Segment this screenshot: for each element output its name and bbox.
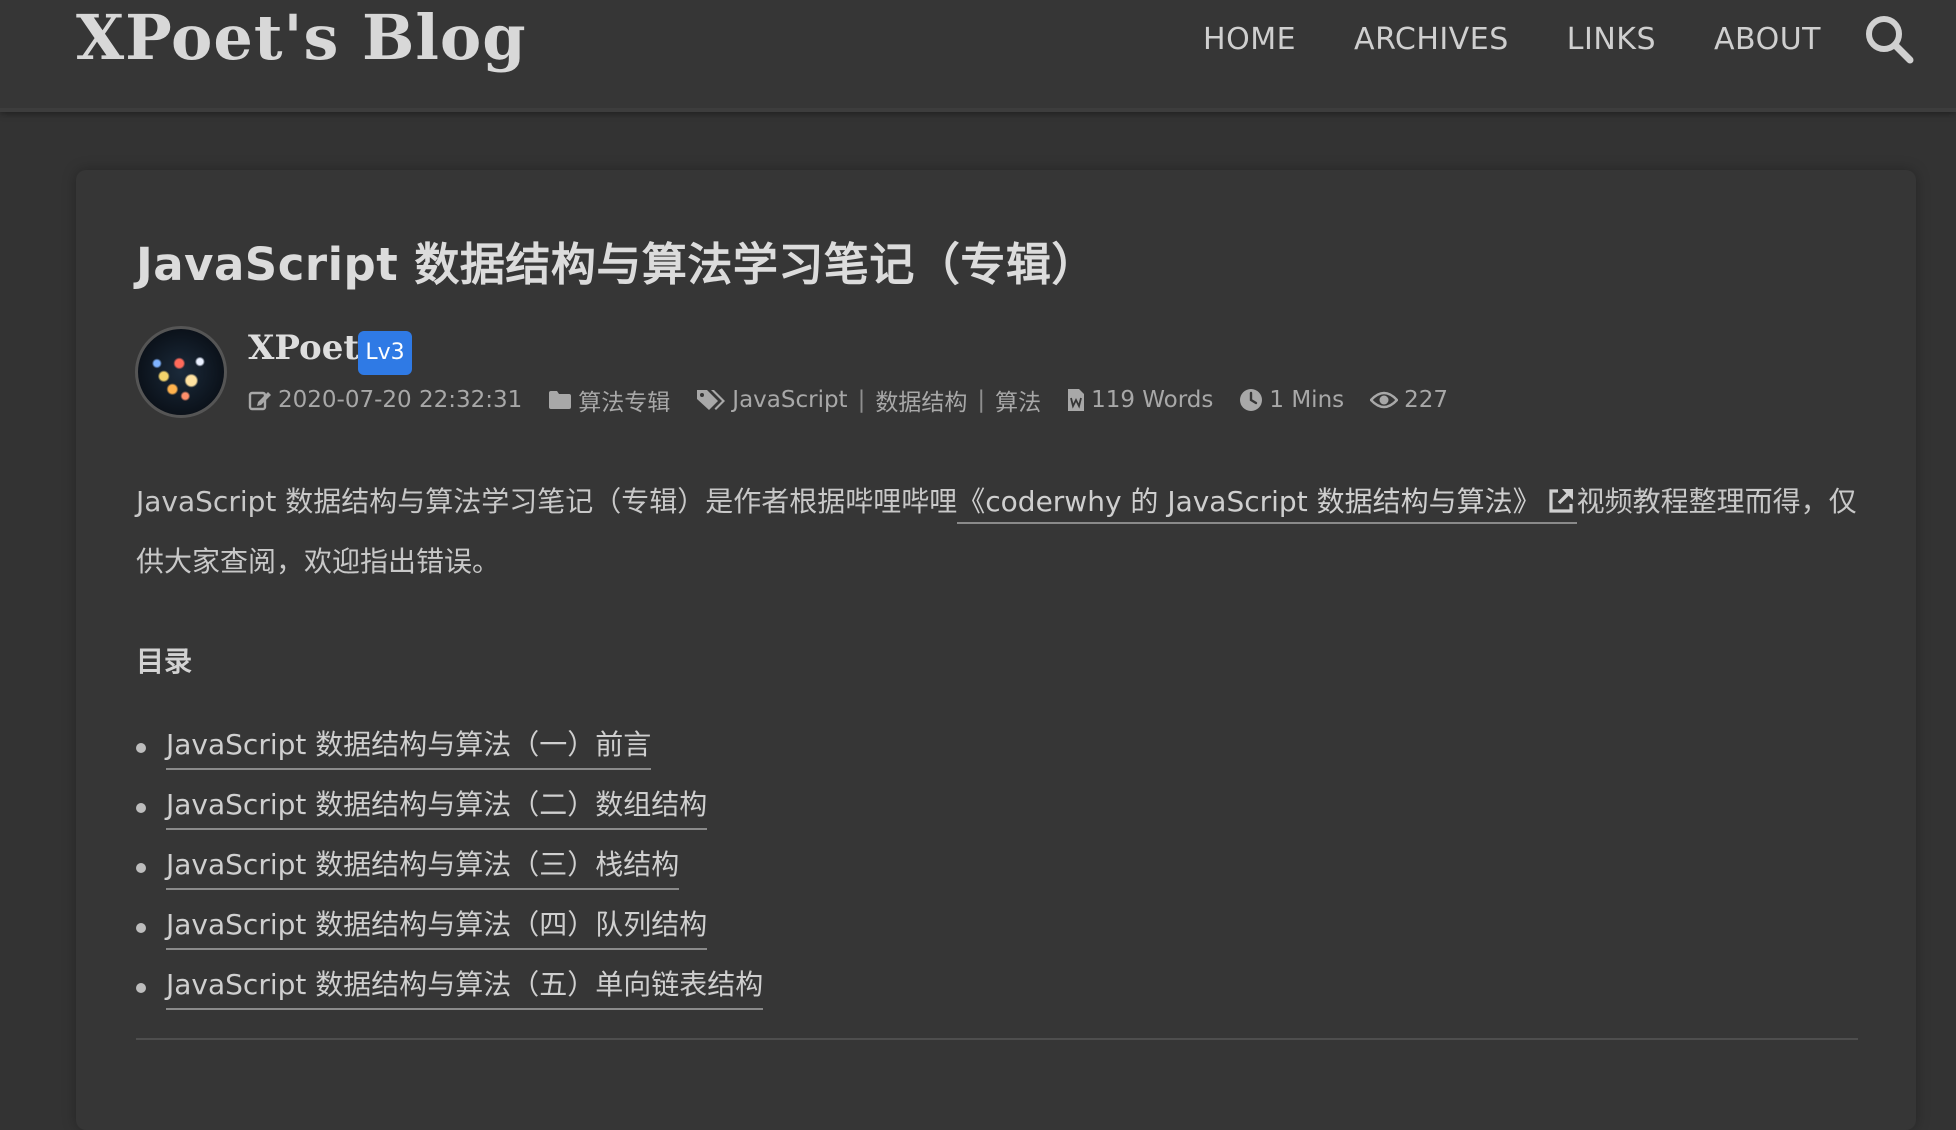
read-time-text: 1 Mins <box>1269 387 1345 413</box>
tags-icon <box>697 390 726 410</box>
toc-link[interactable]: JavaScript 数据结构与算法（一）前言 <box>166 726 652 770</box>
post-views: 227 <box>1370 387 1448 413</box>
tag-link-data-structure[interactable]: 数据结构 <box>875 383 967 417</box>
word-count-text: 119 Words <box>1091 387 1214 413</box>
level-badge: Lv3 <box>358 331 412 375</box>
toc-link[interactable]: JavaScript 数据结构与算法（五）单向链表结构 <box>166 966 764 1010</box>
post-read-time: 1 Mins <box>1239 387 1344 413</box>
category-link[interactable]: 算法专辑 <box>578 383 670 417</box>
post-card: JavaScript 数据结构与算法学习笔记（专辑） XPoet Lv3 202… <box>76 170 1916 1130</box>
toc-link[interactable]: JavaScript 数据结构与算法（二）数组结构 <box>166 786 708 830</box>
nav-archives[interactable]: ARCHIVES <box>1354 22 1509 57</box>
list-item: JavaScript 数据结构与算法（三）栈结构 <box>136 838 763 898</box>
nav-home[interactable]: HOME <box>1203 22 1296 57</box>
word-file-icon <box>1068 389 1085 411</box>
external-link-icon <box>1548 489 1573 513</box>
video-course-link[interactable]: 《coderwhy 的 JavaScript 数据结构与算法》 <box>957 485 1577 524</box>
list-item: JavaScript 数据结构与算法（四）队列结构 <box>136 898 763 958</box>
toc-link[interactable]: JavaScript 数据结构与算法（三）栈结构 <box>166 846 680 890</box>
post-category[interactable]: 算法专辑 <box>548 383 670 417</box>
nav-links[interactable]: LINKS <box>1567 22 1656 57</box>
list-item: JavaScript 数据结构与算法（一）前言 <box>136 718 763 778</box>
tag-link-algorithm[interactable]: 算法 <box>995 383 1041 417</box>
site-header: XPoet's Blog HOME ARCHIVES LINKS ABOUT <box>0 0 1956 112</box>
bullet <box>136 983 146 993</box>
list-item: JavaScript 数据结构与算法（二）数组结构 <box>136 778 763 838</box>
content-divider <box>136 1038 1858 1040</box>
bullet <box>136 863 146 873</box>
post-meta: 2020-07-20 22:32:31 算法专辑 JavaScript | 数据… <box>248 380 1474 420</box>
post-word-count: 119 Words <box>1067 387 1213 413</box>
eye-icon <box>1370 391 1399 409</box>
bullet <box>136 923 146 933</box>
intro-text-before: JavaScript 数据结构与算法学习笔记（专辑）是作者根据哔哩哔哩 <box>136 485 958 518</box>
post-tags: JavaScript | 数据结构 | 算法 <box>696 383 1041 417</box>
author-name[interactable]: XPoet <box>248 328 359 368</box>
views-text: 227 <box>1404 387 1449 413</box>
edit-icon <box>248 391 271 411</box>
post-date-text: 2020-07-20 22:32:31 <box>278 387 523 413</box>
post-date: 2020-07-20 22:32:31 <box>248 387 522 413</box>
bullet <box>136 743 146 753</box>
video-course-link-text: 《coderwhy 的 JavaScript 数据结构与算法》 <box>957 485 1541 518</box>
clock-icon <box>1240 389 1263 411</box>
avatar[interactable] <box>135 326 227 418</box>
nav-about[interactable]: ABOUT <box>1714 22 1821 57</box>
site-logo[interactable]: XPoet's Blog <box>76 0 527 76</box>
toc-list: JavaScript 数据结构与算法（一）前言 JavaScript 数据结构与… <box>136 718 764 1018</box>
list-item: JavaScript 数据结构与算法（五）单向链表结构 <box>136 958 764 1018</box>
post-title: JavaScript 数据结构与算法学习笔记（专辑） <box>136 238 1097 291</box>
tag-separator: | <box>857 387 866 413</box>
tag-separator: | <box>977 387 986 413</box>
search-icon[interactable] <box>1862 12 1916 66</box>
toc-heading: 目录 <box>136 645 193 678</box>
tag-link-javascript[interactable]: JavaScript <box>732 387 847 413</box>
main-nav: HOME ARCHIVES LINKS ABOUT <box>1203 16 1821 62</box>
bullet <box>136 803 146 813</box>
folder-icon <box>549 391 572 409</box>
post-intro: JavaScript 数据结构与算法学习笔记（专辑）是作者根据哔哩哔哩《code… <box>136 472 1864 592</box>
toc-link[interactable]: JavaScript 数据结构与算法（四）队列结构 <box>166 906 708 950</box>
